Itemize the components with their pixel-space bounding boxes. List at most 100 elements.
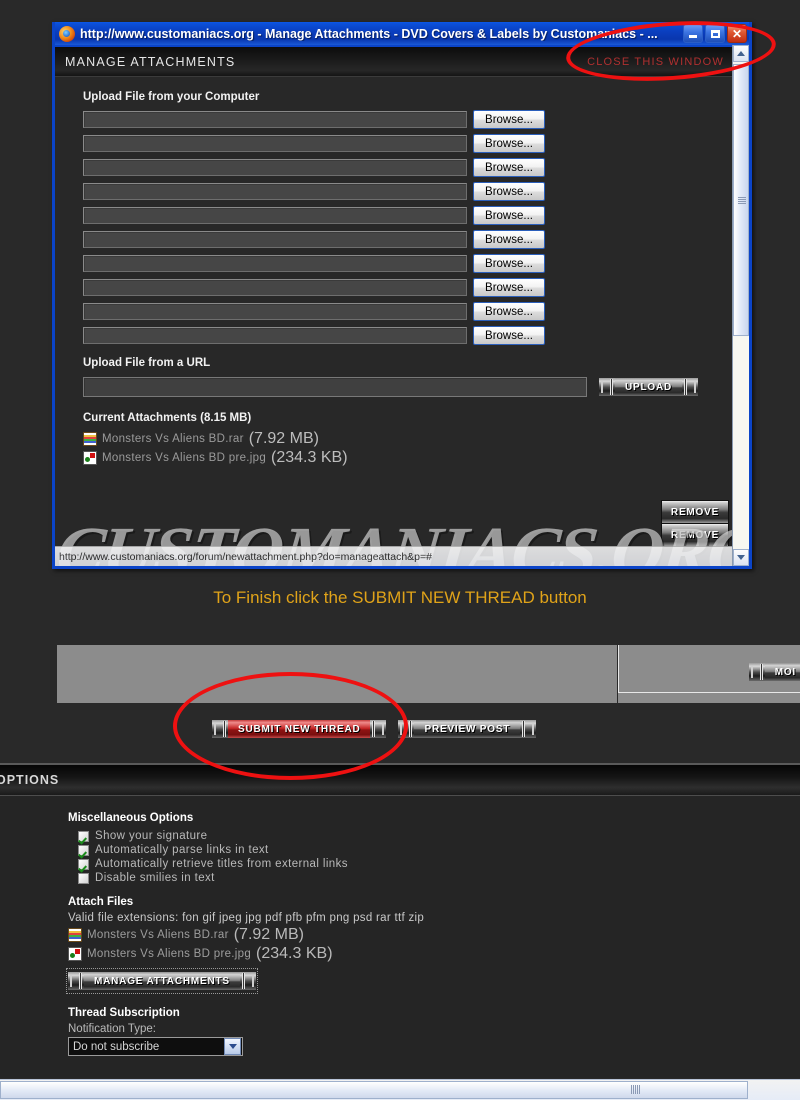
browse-button-9[interactable]: Browse... <box>473 302 545 321</box>
remove-button-1[interactable]: REMOVE <box>661 500 729 524</box>
rar-file-icon <box>68 928 82 942</box>
browse-button-4[interactable]: Browse... <box>473 182 545 201</box>
file-path-input-7[interactable] <box>83 255 467 272</box>
url-input[interactable] <box>83 377 587 397</box>
popup-title-bar[interactable]: http://www.customaniacs.org - Manage Att… <box>55 22 749 45</box>
button-cap-left-icon <box>68 972 84 990</box>
more-button-label: MOI <box>764 663 800 681</box>
notification-type-label: Notification Type: <box>68 1023 157 1035</box>
file-path-input-2[interactable] <box>83 135 467 152</box>
current-attachment-size: (7.92 MB) <box>248 430 319 447</box>
manage-attachments-button[interactable]: MANAGE ATTACHMENTS <box>66 968 258 994</box>
option-label: Show your signature <box>95 830 208 842</box>
file-upload-row: Browse... <box>83 278 732 297</box>
checkbox-icon[interactable] <box>78 858 89 870</box>
file-upload-row: Browse... <box>83 206 732 225</box>
file-path-input-10[interactable] <box>83 327 467 344</box>
submit-new-thread-button[interactable]: SUBMIT NEW THREAD <box>212 718 387 740</box>
editor-gray-panel <box>57 645 617 703</box>
file-path-input-4[interactable] <box>83 183 467 200</box>
browse-button-2[interactable]: Browse... <box>473 134 545 153</box>
screenshot-root: To Finish click the SUBMIT NEW THREAD bu… <box>0 0 800 1100</box>
upload-button-label: UPLOAD <box>615 378 683 396</box>
jpg-file-icon <box>83 451 97 465</box>
file-upload-row: Browse... <box>83 230 732 249</box>
popup-section-header: MANAGE ATTACHMENTS CLOSE THIS WINDOW <box>55 47 732 77</box>
minimize-button[interactable] <box>683 24 703 43</box>
file-path-input-6[interactable] <box>83 231 467 248</box>
chevron-down-icon[interactable] <box>224 1038 241 1055</box>
attached-file-size: (234.3 KB) <box>256 945 333 962</box>
browse-button-3[interactable]: Browse... <box>473 158 545 177</box>
button-cap-left <box>748 663 765 681</box>
file-path-input-9[interactable] <box>83 303 467 320</box>
current-attachment-row[interactable]: Monsters Vs Aliens BD pre.jpg (234.3 KB) <box>83 449 732 467</box>
checkbox-icon[interactable] <box>78 844 89 856</box>
valid-extensions-text: Valid file extensions: fon gif jpeg jpg … <box>68 912 425 924</box>
maximize-button[interactable] <box>705 24 725 43</box>
button-cap-right-icon <box>239 972 256 990</box>
browse-button-5[interactable]: Browse... <box>473 206 545 225</box>
checkbox-icon[interactable] <box>78 872 89 884</box>
current-attachment-row[interactable]: Monsters Vs Aliens BD.rar (7.92 MB) <box>83 430 732 448</box>
close-this-window-link[interactable]: CLOSE THIS WINDOW <box>587 56 724 68</box>
option-label: Automatically parse links in text <box>95 844 269 856</box>
browse-button-8[interactable]: Browse... <box>473 278 545 297</box>
checkbox-icon[interactable] <box>78 830 89 842</box>
scrollbar-grip-icon <box>738 197 746 204</box>
current-attachment-name[interactable]: Monsters Vs Aliens BD pre.jpg <box>102 452 266 464</box>
notification-type-select[interactable]: Do not subscribe <box>68 1037 243 1056</box>
file-upload-row: Browse... <box>83 158 732 177</box>
remove-button-2[interactable]: REMOVE <box>661 523 729 547</box>
scroll-down-button[interactable] <box>733 549 749 566</box>
popup-vertical-scrollbar[interactable] <box>732 45 749 566</box>
button-cap-right-icon <box>370 720 387 738</box>
upload-from-url-label: Upload File from a URL <box>83 357 211 369</box>
preview-post-button[interactable]: PREVIEW POST <box>398 718 537 740</box>
option-parse-links[interactable]: Automatically parse links in text <box>78 844 768 856</box>
firefox-icon <box>59 25 75 42</box>
button-cap-left-icon <box>398 720 415 738</box>
preview-post-label: PREVIEW POST <box>414 720 521 738</box>
file-path-input-5[interactable] <box>83 207 467 224</box>
file-upload-row: Browse... <box>83 302 732 321</box>
popup-body: MANAGE ATTACHMENTS CLOSE THIS WINDOW Upl… <box>55 45 749 566</box>
misc-options-title: Miscellaneous Options <box>68 812 194 824</box>
scrollbar-grip-icon <box>631 1085 641 1094</box>
thread-subscription-title: Thread Subscription <box>68 1007 180 1019</box>
file-path-input-3[interactable] <box>83 159 467 176</box>
browse-button-10[interactable]: Browse... <box>473 326 545 345</box>
finish-instruction: To Finish click the SUBMIT NEW THREAD bu… <box>213 588 587 607</box>
file-path-input-8[interactable] <box>83 279 467 296</box>
upload-button[interactable]: UPLOAD <box>599 376 699 398</box>
option-retrieve-titles[interactable]: Automatically retrieve titles from exter… <box>78 858 768 870</box>
browser-status-bar: http://www.customaniacs.org/forum/newatt… <box>55 546 732 566</box>
attached-file-row[interactable]: Monsters Vs Aliens BD pre.jpg (234.3 KB) <box>68 945 768 963</box>
editor-gray-panel-right: MOI <box>618 645 800 703</box>
manage-attachments-popup-window: http://www.customaniacs.org - Manage Att… <box>52 22 752 569</box>
submit-row: SUBMIT NEW THREAD PREVIEW POST <box>0 718 800 740</box>
attached-file-name[interactable]: Monsters Vs Aliens BD.rar <box>87 929 229 941</box>
popup-content: MANAGE ATTACHMENTS CLOSE THIS WINDOW Upl… <box>55 45 732 566</box>
notification-type-value: Do not subscribe <box>73 1040 160 1053</box>
rar-file-icon <box>83 432 97 446</box>
browse-button-7[interactable]: Browse... <box>473 254 545 273</box>
browse-button-1[interactable]: Browse... <box>473 110 545 129</box>
options-body: Miscellaneous Options Show your signatur… <box>0 796 800 1078</box>
vertical-scrollbar-track[interactable] <box>733 337 749 549</box>
option-disable-smilies[interactable]: Disable smilies in text <box>78 872 768 884</box>
current-attachment-name[interactable]: Monsters Vs Aliens BD.rar <box>102 433 244 445</box>
file-path-input-1[interactable] <box>83 111 467 128</box>
more-button[interactable]: MOI <box>748 661 800 686</box>
horizontal-scrollbar[interactable] <box>0 1079 800 1100</box>
option-show-signature[interactable]: Show your signature <box>78 830 768 842</box>
manage-attachments-label: MANAGE ATTACHMENTS <box>84 972 240 990</box>
vertical-scrollbar-thumb[interactable] <box>733 64 749 336</box>
scroll-up-button[interactable] <box>733 45 749 62</box>
attached-file-name[interactable]: Monsters Vs Aliens BD pre.jpg <box>87 948 251 960</box>
button-cap-right-icon <box>682 378 699 396</box>
attached-file-size: (7.92 MB) <box>233 926 304 943</box>
browse-button-6[interactable]: Browse... <box>473 230 545 249</box>
attached-file-row[interactable]: Monsters Vs Aliens BD.rar (7.92 MB) <box>68 926 768 944</box>
close-button[interactable]: ✕ <box>727 24 747 43</box>
